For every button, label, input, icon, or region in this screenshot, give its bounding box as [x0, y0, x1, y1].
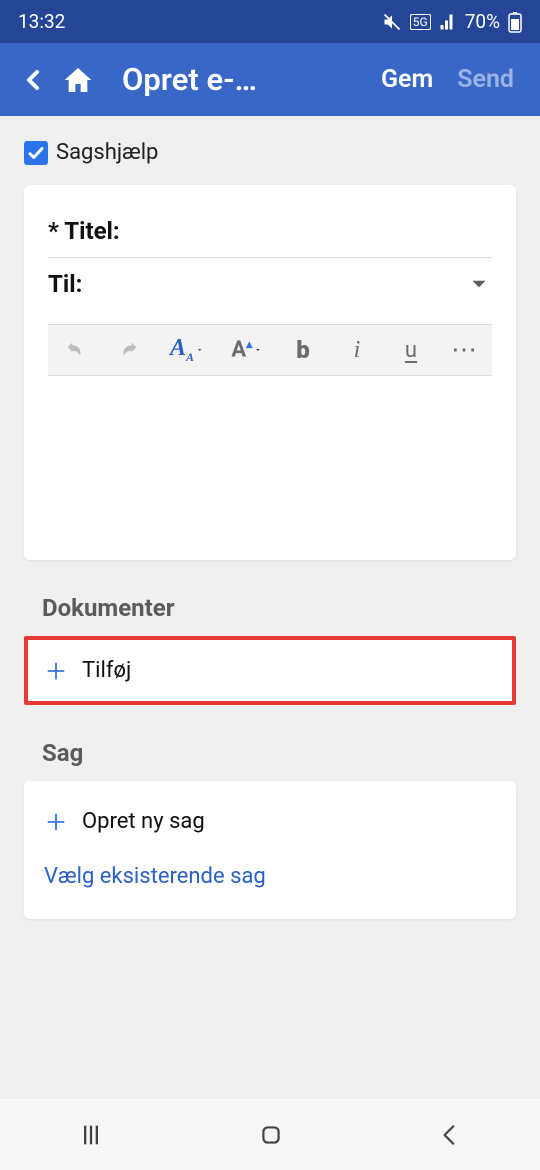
undo-button[interactable] — [62, 339, 88, 361]
content-area: Sagshjælp * Titel: Til: AA A▴ — [0, 116, 540, 943]
android-nav-bar — [0, 1098, 540, 1170]
recents-icon — [77, 1121, 105, 1149]
plus-icon — [44, 811, 68, 833]
editor-body[interactable] — [48, 376, 492, 536]
mute-icon — [382, 12, 402, 32]
font-family-button[interactable]: AA — [170, 335, 203, 365]
home-nav-button[interactable] — [258, 1122, 284, 1148]
create-case-row[interactable]: Opret ny sag — [44, 803, 496, 854]
back-nav-icon — [437, 1122, 463, 1148]
case-help-checkbox[interactable] — [24, 141, 48, 165]
plus-icon — [44, 660, 68, 682]
create-case-label: Opret ny sag — [82, 809, 205, 834]
add-document-row[interactable]: Tilføj — [44, 658, 496, 683]
case-help-row[interactable]: Sagshjælp — [24, 140, 516, 165]
home-icon — [62, 64, 94, 96]
chevron-left-icon — [22, 65, 46, 95]
status-bar: 13:32 5G 70% — [0, 0, 540, 43]
check-icon — [27, 144, 45, 162]
font-size-button[interactable]: A▴ — [231, 337, 262, 362]
battery-text: 70% — [465, 10, 500, 33]
back-button[interactable] — [14, 65, 54, 95]
bold-button[interactable]: b — [290, 336, 316, 364]
redo-icon — [118, 339, 140, 361]
select-existing-case-link[interactable]: Vælg eksisterende sag — [44, 854, 496, 889]
italic-button[interactable]: i — [344, 337, 370, 364]
composer-card: * Titel: Til: AA A▴ b i u ⋯ — [24, 185, 516, 560]
rich-text-toolbar: AA A▴ b i u ⋯ — [48, 324, 492, 376]
more-button[interactable]: ⋯ — [452, 335, 478, 365]
underline-button[interactable]: u — [398, 338, 424, 363]
status-right: 5G 70% — [382, 10, 522, 33]
documents-card-highlight: Tilføj — [24, 636, 516, 705]
status-time: 13:32 — [18, 10, 65, 33]
home-nav-icon — [258, 1122, 284, 1148]
send-button[interactable]: Send — [445, 65, 526, 94]
save-button[interactable]: Gem — [369, 65, 445, 94]
case-help-label: Sagshjælp — [56, 140, 158, 165]
to-field-label: Til: — [48, 270, 82, 298]
documents-section-title: Dokumenter — [42, 594, 516, 622]
battery-icon — [508, 11, 522, 33]
network-5g-icon: 5G — [410, 14, 431, 30]
app-bar: Opret e-… Gem Send — [0, 43, 540, 116]
recents-button[interactable] — [77, 1121, 105, 1149]
chevron-down-icon[interactable] — [466, 271, 492, 297]
undo-icon — [64, 339, 86, 361]
back-nav-button[interactable] — [437, 1122, 463, 1148]
documents-card: Tilføj — [28, 640, 512, 701]
signal-icon — [439, 13, 457, 31]
caret-down-icon — [196, 344, 203, 356]
page-title: Opret e-… — [122, 61, 369, 98]
case-card: Opret ny sag Vælg eksisterende sag — [24, 781, 516, 919]
add-document-label: Tilføj — [82, 658, 131, 683]
case-section-title: Sag — [42, 739, 516, 767]
title-field-label: * Titel: — [48, 217, 120, 245]
to-field[interactable]: Til: — [48, 258, 492, 310]
redo-button[interactable] — [116, 339, 142, 361]
title-field[interactable]: * Titel: — [48, 205, 492, 258]
caret-down-icon — [254, 344, 262, 356]
home-button[interactable] — [58, 64, 98, 96]
